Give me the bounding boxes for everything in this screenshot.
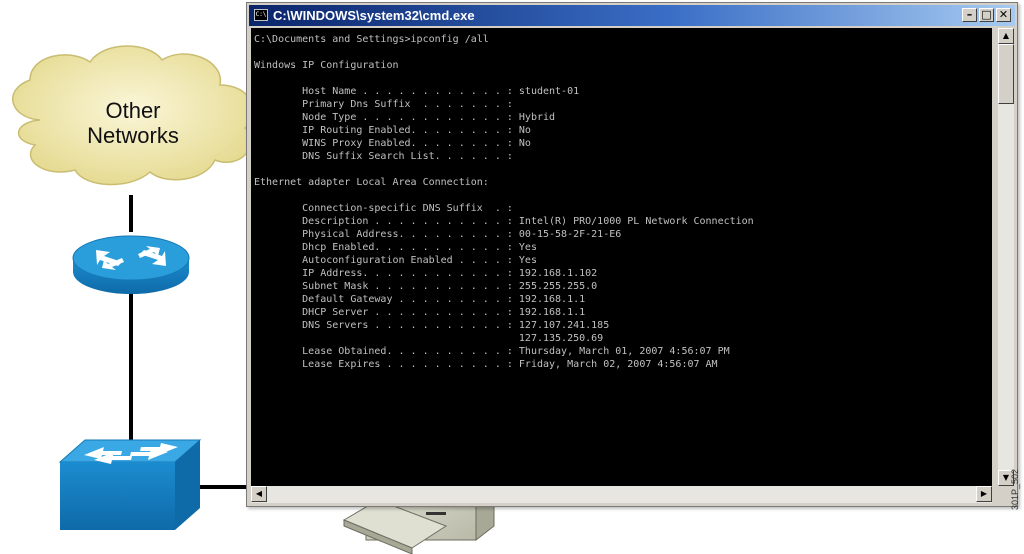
scroll-right-button[interactable]: ▶ <box>976 486 992 502</box>
console-line: 127.135.250.69 <box>254 333 604 344</box>
console-line: Description . . . . . . . . . . . : Inte… <box>254 216 754 227</box>
figure-id: 301P_502 <box>1010 468 1020 510</box>
minimize-button[interactable]: – <box>962 8 977 22</box>
console-line: DHCP Server . . . . . . . . . . . : 192.… <box>254 307 586 318</box>
console-line: DNS Suffix Search List. . . . . . : <box>254 151 513 162</box>
console-line: Windows IP Configuration <box>254 60 399 71</box>
cloud-label: Other Networks <box>62 98 204 148</box>
console-line: C:\Documents and Settings>ipconfig /all <box>254 34 489 45</box>
console-line: Primary Dns Suffix . . . . . . . : <box>254 99 513 110</box>
cmd-window: C:\ C:\WINDOWS\system32\cmd.exe – □ ✕ C:… <box>246 2 1018 507</box>
cloud-label-line2: Networks <box>87 123 179 148</box>
console-line: IP Routing Enabled. . . . . . . . : No <box>254 125 531 136</box>
vertical-scrollbar[interactable]: ▲ ▼ <box>998 28 1014 486</box>
console-line: Node Type . . . . . . . . . . . . : Hybr… <box>254 112 556 123</box>
console-line: Subnet Mask . . . . . . . . . . . : 255.… <box>254 281 598 292</box>
console-text: C:\Documents and Settings>ipconfig /all … <box>251 28 992 371</box>
title-bar[interactable]: C:\ C:\WINDOWS\system32\cmd.exe – □ ✕ <box>249 5 1015 26</box>
console-line: WINS Proxy Enabled. . . . . . . . : No <box>254 138 531 149</box>
console-line: Lease Obtained. . . . . . . . . . : Thur… <box>254 346 730 357</box>
console-line: Autoconfiguration Enabled . . . . : Yes <box>254 255 537 266</box>
maximize-button[interactable]: □ <box>979 8 994 22</box>
scroll-left-button[interactable]: ◀ <box>251 486 267 502</box>
console-line: Dhcp Enabled. . . . . . . . . . . : Yes <box>254 242 537 253</box>
console-output[interactable]: C:\Documents and Settings>ipconfig /all … <box>251 28 992 486</box>
scroll-up-button[interactable]: ▲ <box>998 28 1014 44</box>
router-icon <box>72 235 190 294</box>
close-button[interactable]: ✕ <box>996 8 1011 22</box>
window-title: C:\WINDOWS\system32\cmd.exe <box>273 8 475 23</box>
console-line: IP Address. . . . . . . . . . . . : 192.… <box>254 268 598 279</box>
horizontal-scrollbar[interactable]: ◀ ▶ <box>251 486 992 503</box>
cloud-label-line1: Other <box>105 98 161 123</box>
console-line: Host Name . . . . . . . . . . . . : stud… <box>254 86 580 97</box>
console-line: Physical Address. . . . . . . . . : 00-1… <box>254 229 622 240</box>
vertical-scroll-thumb[interactable] <box>998 44 1014 104</box>
switch-icon <box>58 439 202 530</box>
console-line: Default Gateway . . . . . . . . . : 192.… <box>254 294 586 305</box>
console-line: Ethernet adapter Local Area Connection: <box>254 177 489 188</box>
console-line: Lease Expires . . . . . . . . . . : Frid… <box>254 359 718 370</box>
console-app-icon[interactable]: C:\ <box>254 9 268 21</box>
console-line: Connection-specific DNS Suffix . : <box>254 203 513 214</box>
console-line: DNS Servers . . . . . . . . . . . : 127.… <box>254 320 610 331</box>
